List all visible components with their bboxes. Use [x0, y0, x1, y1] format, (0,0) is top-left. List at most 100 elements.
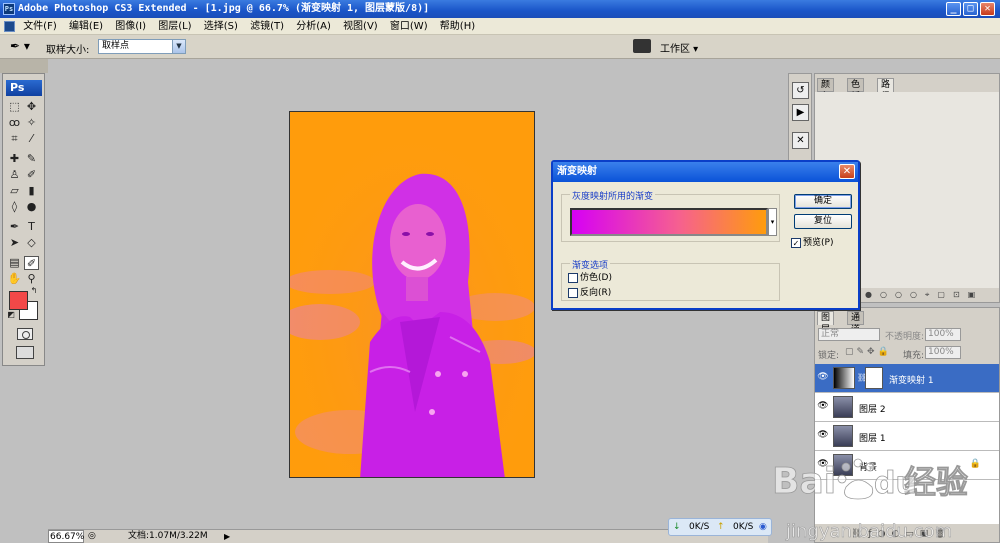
- upload-arrow-icon: ↑: [717, 522, 725, 532]
- quick-mask-icon[interactable]: [17, 328, 33, 340]
- baidu-logo: Bai 经验 du jingyan.baidu.com: [772, 458, 968, 542]
- svg-text:du: du: [874, 466, 917, 501]
- document-size-info: 文档:1.07M/3.22M: [128, 531, 208, 541]
- tool-presets-icon[interactable]: ✕: [792, 132, 809, 149]
- move-tool-icon[interactable]: ✥: [24, 100, 39, 114]
- layer-name: 图层 2: [859, 405, 886, 415]
- menu-analysis[interactable]: 分析(A): [296, 21, 331, 32]
- photoshop-app-icon: Ps: [3, 3, 15, 15]
- brush-tool-icon[interactable]: ✎: [24, 152, 39, 166]
- lock-icons[interactable]: ▢✎✥🔒: [845, 347, 892, 357]
- eraser-tool-icon[interactable]: ▱: [7, 184, 22, 198]
- tab-channels[interactable]: 通道: [847, 311, 865, 335]
- eye-icon[interactable]: 👁: [817, 430, 829, 442]
- shape-tool-icon[interactable]: ◇: [24, 236, 39, 250]
- gradient-mapped-photo: [290, 112, 534, 477]
- maximize-button[interactable]: □: [963, 2, 978, 16]
- dither-checkbox[interactable]: 仿色(D): [568, 272, 612, 284]
- ps-menu-icon[interactable]: [4, 20, 15, 32]
- menu-layer[interactable]: 图层(L): [158, 21, 191, 32]
- gradient-dropdown-icon[interactable]: ▾: [768, 208, 777, 236]
- layer-row-gradient-map[interactable]: 👁 ⛓ 渐变映射 1: [815, 364, 999, 393]
- tab-paths[interactable]: 路径 ×: [877, 78, 895, 114]
- eyedropper-preset-icon[interactable]: ✒ ▾: [10, 39, 34, 55]
- default-colors-icon[interactable]: ◩: [6, 310, 16, 320]
- menu-view[interactable]: 视图(V): [343, 21, 378, 32]
- gradient-preview-bar[interactable]: [570, 208, 768, 236]
- fill-field[interactable]: 100%: [925, 346, 961, 359]
- adjustment-thumbnail: [833, 367, 855, 389]
- type-tool-icon[interactable]: T: [24, 220, 39, 234]
- lock-label: 锁定:: [818, 351, 840, 361]
- window-title-bar: Ps Adobe Photoshop CS3 Extended - [1.jpg…: [0, 0, 1000, 18]
- fill-label: 填充:: [903, 351, 925, 361]
- preview-checkbox[interactable]: ✓ 预览(P): [791, 237, 833, 249]
- menu-file[interactable]: 文件(F): [23, 21, 57, 32]
- eye-icon[interactable]: 👁: [817, 372, 829, 384]
- slice-tool-icon[interactable]: ⁄: [24, 132, 39, 146]
- notes-tool-icon[interactable]: ▤: [7, 256, 22, 270]
- gradient-tool-icon[interactable]: ▮: [24, 184, 39, 198]
- blur-tool-icon[interactable]: ◊: [7, 200, 22, 214]
- gradient-options-group: 渐变选项 仿色(D) 反向(R): [561, 258, 780, 301]
- svg-text:jingyan.baidu.com: jingyan.baidu.com: [785, 521, 952, 542]
- hand-tool-icon[interactable]: ✋: [7, 272, 22, 286]
- minimize-button[interactable]: _: [946, 2, 961, 16]
- blend-mode-select[interactable]: 正常: [818, 328, 880, 341]
- reset-button[interactable]: 复位: [794, 214, 852, 229]
- menu-image[interactable]: 图像(I): [115, 21, 146, 32]
- crop-tool-icon[interactable]: ⌗: [7, 132, 22, 146]
- path-selection-tool-icon[interactable]: ➤: [7, 236, 22, 250]
- magic-wand-tool-icon[interactable]: ✧: [24, 116, 39, 130]
- menu-help[interactable]: 帮助(H): [440, 21, 475, 32]
- tab-color[interactable]: 颜色: [817, 78, 835, 102]
- history-panel-icon[interactable]: ↺: [792, 82, 809, 99]
- layer-mask-thumbnail[interactable]: [865, 367, 883, 389]
- status-menu-arrow-icon[interactable]: ▶: [224, 530, 234, 543]
- opacity-field[interactable]: 100%: [925, 328, 961, 341]
- menu-filter[interactable]: 滤镜(T): [250, 21, 284, 32]
- tools-panel-header[interactable]: [0, 59, 48, 73]
- gradient-group-label: 灰度映射所用的渐变: [570, 189, 656, 202]
- tab-swatches[interactable]: 色板: [847, 78, 865, 102]
- pen-tool-icon[interactable]: ✒: [7, 220, 22, 234]
- eye-icon[interactable]: 👁: [817, 401, 829, 413]
- tab-layers[interactable]: 图层: [817, 311, 835, 335]
- ps-logo: Ps: [6, 80, 42, 96]
- marquee-tool-icon[interactable]: ⬚: [7, 100, 22, 114]
- menu-window[interactable]: 窗口(W): [390, 21, 428, 32]
- clone-stamp-tool-icon[interactable]: ♙: [7, 168, 22, 182]
- document-image[interactable]: [289, 111, 535, 478]
- ok-button[interactable]: 确定: [794, 194, 852, 209]
- foreground-color-swatch[interactable]: [9, 291, 28, 310]
- history-brush-tool-icon[interactable]: ✐: [24, 168, 39, 182]
- options-bar: ✒ ▾ 取样大小: 取样点 ▼ 工作区 ▾: [0, 35, 1000, 59]
- eyedropper-tool-icon[interactable]: ✐: [24, 256, 39, 270]
- layer-row-layer2[interactable]: 👁 图层 2: [815, 393, 999, 422]
- close-button[interactable]: ✕: [980, 2, 995, 16]
- swap-colors-icon[interactable]: ↰: [29, 286, 39, 296]
- layer-thumbnail: [833, 396, 853, 418]
- dialog-close-button[interactable]: ✕: [839, 164, 855, 179]
- status-info-icon[interactable]: ◎: [88, 530, 96, 543]
- chevron-down-icon: ▼: [172, 40, 185, 53]
- workspace-button[interactable]: 工作区 ▾: [660, 40, 698, 55]
- dodge-tool-icon[interactable]: ●: [24, 200, 39, 214]
- gradient-options-label: 渐变选项: [570, 258, 611, 271]
- gradient-map-dialog: 渐变映射 ✕ 灰度映射所用的渐变 ▾ 渐变选项 仿色(D) 反向(R) 确定 复…: [551, 160, 860, 310]
- screen-mode-icon[interactable]: [16, 346, 34, 359]
- reverse-checkbox[interactable]: 反向(R): [568, 287, 611, 299]
- menu-bar: 文件(F) 编辑(E) 图像(I) 图层(L) 选择(S) 滤镜(T) 分析(A…: [0, 18, 1000, 35]
- menu-select[interactable]: 选择(S): [204, 21, 238, 32]
- menu-edit[interactable]: 编辑(E): [69, 21, 103, 32]
- actions-panel-icon[interactable]: ▶: [792, 104, 809, 121]
- zoom-level-field[interactable]: 66.67%: [48, 530, 84, 543]
- sample-size-select[interactable]: 取样点 ▼: [98, 39, 186, 54]
- tools-panel: Ps ⬚ ✥ ꝏ ✧ ⌗ ⁄ ✚ ✎ ♙ ✐ ▱ ▮ ◊ ● ✒ T ➤ ◇ ▤…: [2, 73, 45, 366]
- zoom-tool-icon[interactable]: ⚲: [24, 272, 39, 286]
- lasso-tool-icon[interactable]: ꝏ: [7, 116, 22, 130]
- camera-icon[interactable]: [633, 39, 651, 53]
- network-speed-widget: ↓ 0K/S ↑ 0K/S ◉: [668, 518, 772, 536]
- download-speed: 0K/S: [689, 522, 710, 532]
- healing-brush-tool-icon[interactable]: ✚: [7, 152, 22, 166]
